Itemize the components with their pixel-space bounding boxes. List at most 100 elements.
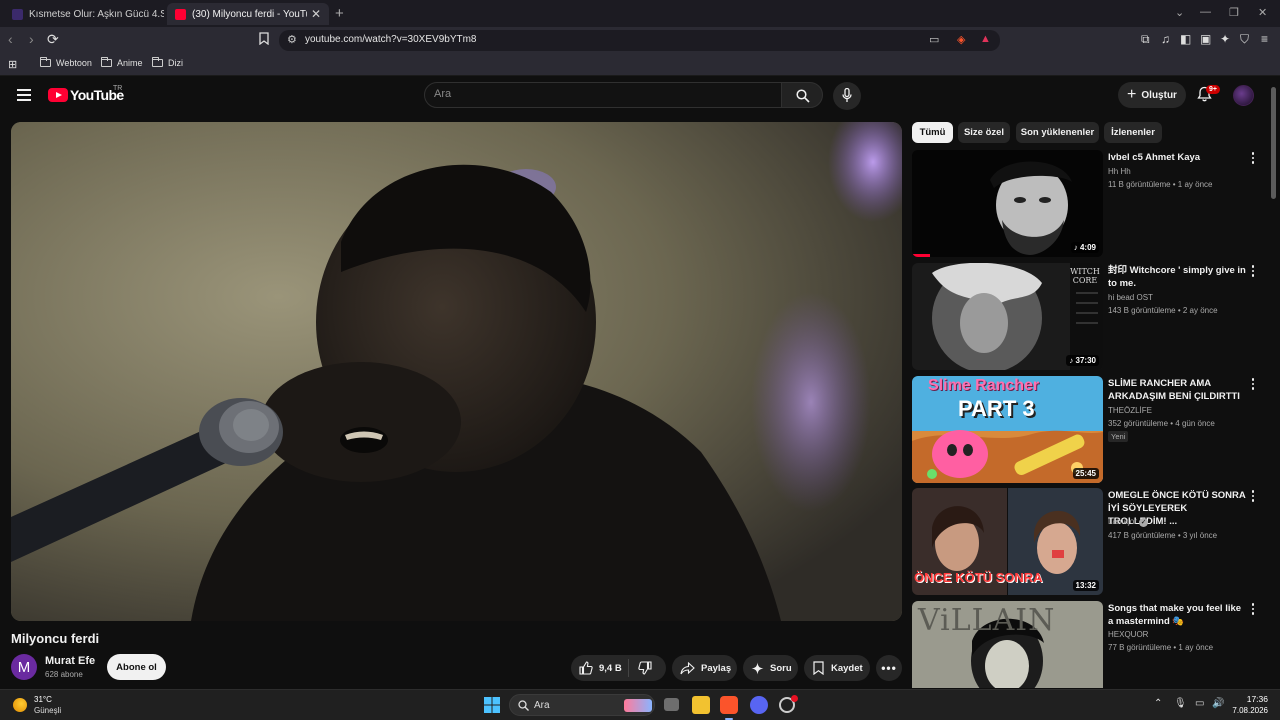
weather-condition[interactable]: Güneşli [34,706,61,715]
more-vertical-icon[interactable] [1250,603,1256,617]
recommendation-item[interactable]: ÖNCE KÖTÜ SONRA 13:32 OMEGLE ÖNCE KÖTÜ S… [912,488,1267,596]
weather-temperature[interactable]: 31°C [34,695,52,704]
dislike-button[interactable] [629,661,652,675]
search-input[interactable] [434,88,764,100]
video-thumbnail[interactable]: ÖNCE KÖTÜ SONRA 13:32 [912,488,1103,595]
voice-search-button[interactable] [833,82,861,110]
minimize-icon[interactable]: — [1200,6,1211,18]
url-text[interactable]: youtube.com/watch?v=30XEV9bYTm8 [305,34,476,45]
share-button[interactable]: Paylaş [672,655,737,681]
tab-list-icon[interactable]: ⌄ [1175,6,1184,19]
recommendation-channel[interactable]: HEXQUOR [1108,630,1148,639]
video-thumbnail[interactable]: ViLLAIN [912,601,1103,688]
recommendation-title[interactable]: SLİME RANCHER AMA ARKADAŞIM BENİ ÇILDIRT… [1108,377,1246,403]
tab-youtube[interactable]: (30) Milyoncu ferdi - YouTube ✕ [167,3,329,25]
chip-recently-uploaded[interactable]: Son yüklenenler [1016,122,1099,143]
recommendation-item[interactable]: Slime Rancher PART 3 25:45 SLİME RANCHER… [912,376,1267,484]
create-label: Oluştur [1141,89,1177,101]
recommendation-channel[interactable]: Hh Hh [1108,167,1131,176]
recommendation-item[interactable]: WITCH CORE ♪ 37:30 封印 Witchcore ' simply… [912,263,1267,371]
sidebar-icon[interactable]: ◧ [1180,32,1191,46]
subscribe-button[interactable]: Abone ol [107,654,166,680]
brave-rewards-icon[interactable]: ▲ [980,33,991,45]
bookmark-dizi[interactable]: Dizi [152,57,183,68]
sun-weather-icon[interactable] [13,698,27,712]
more-vertical-icon[interactable] [1250,490,1256,504]
wallet-icon[interactable]: ▣ [1200,32,1211,46]
channel-label: Lamajor [1108,517,1137,526]
video-player[interactable] [11,122,902,621]
recommendation-item[interactable]: ♪ 4:09 lvbel c5 Ahmet Kaya Hh Hh 11 B gö… [912,150,1267,258]
channel-name[interactable]: Murat Efe [45,655,95,667]
like-button[interactable]: 9,4 B [571,659,629,677]
network-icon[interactable]: ▭ [1195,698,1204,709]
tray-overflow-icon[interactable]: ⌃ [1154,698,1162,709]
new-tab-icon[interactable]: + [335,5,344,22]
address-bar[interactable]: ⚙ youtube.com/watch?v=30XEV9bYTm8 ▭ ◈ ▲ [279,30,1000,51]
taskbar-search[interactable]: Ara [509,694,655,716]
more-vertical-icon[interactable] [1250,378,1256,392]
site-info-icon[interactable]: ⚙ [287,33,297,46]
app-notification-dot [791,695,798,702]
forward-icon[interactable]: › [29,31,34,47]
back-icon[interactable]: ‹ [8,31,13,47]
save-button[interactable]: Kaydet [804,655,870,681]
extensions-icon[interactable]: ⧉ [1141,32,1150,47]
plus-icon: + [1127,86,1137,103]
recommendation-channel[interactable]: hi bead OST [1108,293,1153,302]
close-tab-icon[interactable]: ✕ [311,7,321,21]
folder-icon [40,57,51,67]
more-vertical-icon[interactable] [1250,152,1256,166]
chip-for-you[interactable]: Size özel [958,122,1010,143]
recommendation-channel[interactable]: Lamajor ✓ [1108,517,1149,527]
search-box[interactable] [424,82,782,108]
file-explorer-icon[interactable] [692,696,710,714]
video-thumbnail[interactable]: Slime Rancher PART 3 25:45 [912,376,1103,483]
brave-shield-icon[interactable]: ◈ [957,33,965,46]
apps-grid-icon[interactable]: ⊞ [8,58,17,71]
account-avatar[interactable] [1233,85,1254,106]
restore-icon[interactable]: ❐ [1229,6,1239,19]
page-scrollbar[interactable] [1271,87,1276,199]
youtube-favicon-icon [175,8,186,20]
like-count: 9,4 B [599,662,622,674]
duration-text: 4:09 [1079,243,1096,252]
chip-watched[interactable]: İzlenenler [1104,122,1162,143]
media-icon[interactable]: ♫ [1161,32,1170,46]
video-title: Milyoncu ferdi [11,631,100,646]
bookmark-webtoon[interactable]: Webtoon [40,57,92,68]
bookmark-anime[interactable]: Anime [101,57,143,68]
close-window-icon[interactable]: ✕ [1258,6,1267,19]
clock-time[interactable]: 17:36 [1232,694,1268,704]
recommendation-channel[interactable]: THEÖZLİFE [1108,406,1152,415]
microphone-tray-icon[interactable]: 🎙 [1174,698,1187,709]
clock-date[interactable]: 7.08.2026 [1220,706,1268,715]
tab-title: Kısmetse Olur: Aşkın Gücü 4.Sezon 1 [29,8,164,20]
discord-icon[interactable] [750,696,768,714]
share-icon [680,661,695,674]
video-thumbnail[interactable]: WITCH CORE ♪ 37:30 [912,263,1103,370]
ask-button[interactable]: Soru [743,655,798,681]
more-vertical-icon[interactable] [1250,265,1256,279]
vpn-icon[interactable]: ⛉ [1240,32,1249,47]
leo-ai-icon[interactable]: ✦ [1220,32,1230,46]
task-view-icon[interactable] [664,698,679,711]
recommendation-title[interactable]: 封印 Witchcore ' simply give in to me. [1108,264,1246,290]
windows-start-icon[interactable] [484,697,500,713]
recommendation-item[interactable]: ViLLAIN Songs that make you feel like a … [912,601,1267,688]
reload-icon[interactable]: ⟳ [47,31,59,48]
bookmark-icon[interactable] [259,32,269,48]
brave-browser-icon[interactable] [720,696,738,714]
cast-icon[interactable]: ▭ [929,33,939,46]
recommendation-title[interactable]: Songs that make you feel like a mastermi… [1108,602,1246,628]
tab-kismetse-olur[interactable]: Kısmetse Olur: Aşkın Gücü 4.Sezon 1 [4,3,164,25]
guide-menu-icon[interactable] [17,89,31,101]
chip-all[interactable]: Tümü [912,122,953,143]
recommendation-title[interactable]: lvbel c5 Ahmet Kaya [1108,151,1246,164]
create-button[interactable]: + Oluştur [1118,82,1186,108]
channel-avatar[interactable]: M [11,654,37,680]
search-button[interactable] [781,82,823,108]
menu-icon[interactable]: ≡ [1261,32,1268,46]
more-actions-button[interactable]: ••• [876,655,902,681]
video-thumbnail[interactable]: ♪ 4:09 [912,150,1103,257]
